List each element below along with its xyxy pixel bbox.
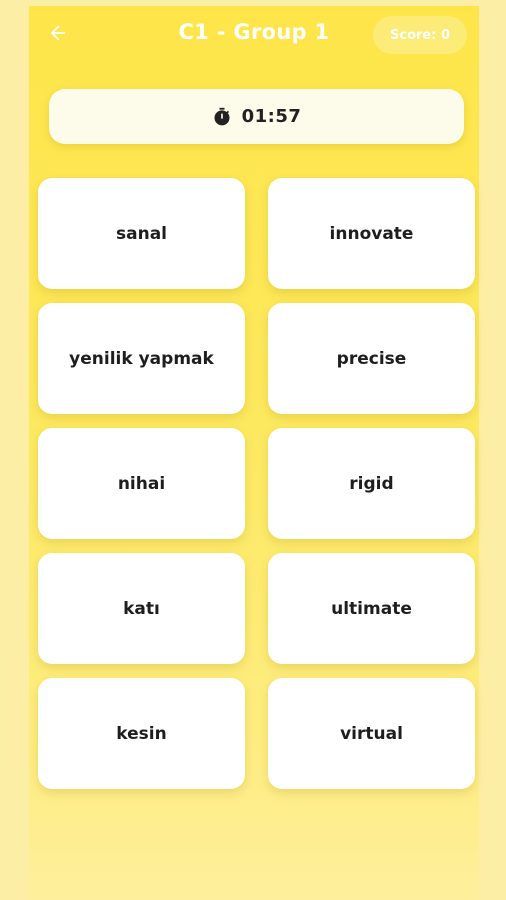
word-card[interactable]: virtual xyxy=(268,678,475,789)
word-card[interactable]: katı xyxy=(38,553,245,664)
stopwatch-icon xyxy=(214,107,230,125)
score-badge: Score: 0 xyxy=(373,16,467,54)
word-card[interactable]: yenilik yapmak xyxy=(38,303,245,414)
word-card[interactable]: nihai xyxy=(38,428,245,539)
timer-bar: 01:57 xyxy=(49,89,464,144)
word-card[interactable]: precise xyxy=(268,303,475,414)
word-card[interactable]: rigid xyxy=(268,428,475,539)
game-screen: C1 - Group 1 Score: 0 01:57 sanal innova… xyxy=(29,6,479,900)
timer-value: 01:57 xyxy=(241,106,302,127)
app-header: C1 - Group 1 Score: 0 xyxy=(29,6,479,64)
word-card[interactable]: kesin xyxy=(38,678,245,789)
word-card[interactable]: ultimate xyxy=(268,553,475,664)
word-card[interactable]: sanal xyxy=(38,178,245,289)
word-card[interactable]: innovate xyxy=(268,178,475,289)
